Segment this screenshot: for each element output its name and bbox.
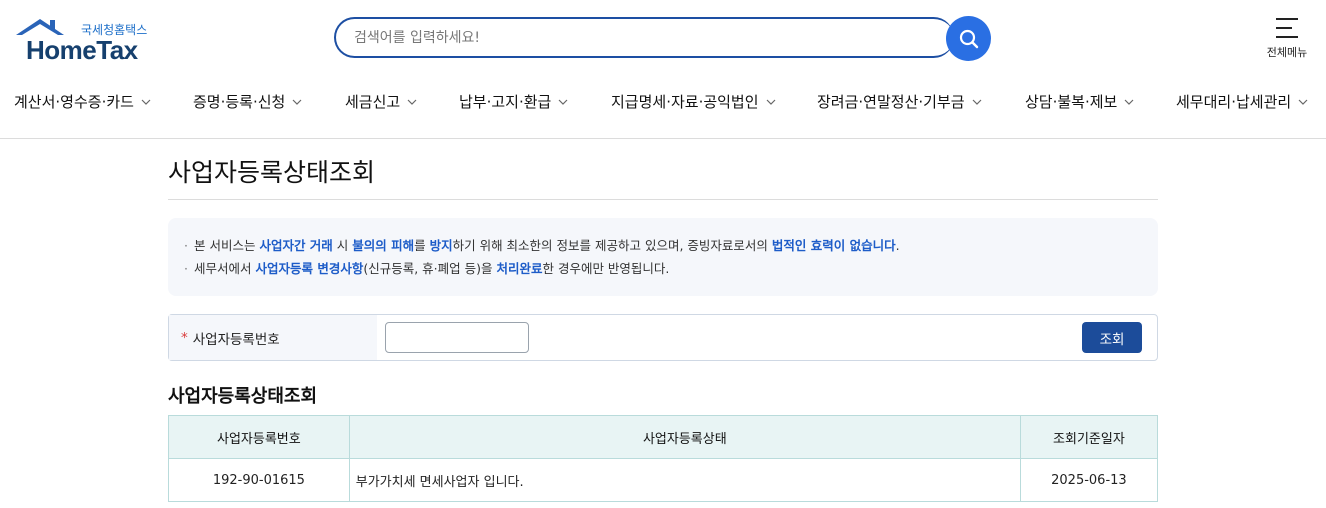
form-input-area: 조회	[377, 315, 1157, 360]
site-header: 국세청홈택스 HomeTax 전체메뉴	[0, 0, 1326, 78]
chevron-down-icon	[972, 99, 981, 105]
column-header-business-number: 사업자등록번호	[168, 415, 350, 459]
gnb-item-label: 납부·고지·환급	[459, 93, 552, 111]
notice-highlight: 처리완료	[496, 261, 543, 276]
gnb-item-tax-return[interactable]: 세금신고	[345, 91, 417, 112]
chevron-down-icon	[558, 99, 568, 105]
notice-highlight: 방지	[429, 238, 453, 253]
result-section-title: 사업자등록상태조회	[168, 386, 318, 407]
hometax-logo[interactable]: 국세청홈택스 HomeTax	[14, 17, 154, 65]
cell-status: 부가가치세 면세사업자 입니다.	[348, 458, 1021, 502]
notice-highlight: 불의의 피해	[352, 238, 415, 253]
gnb-item-payment-refund[interactable]: 납부·고지·환급	[459, 91, 568, 112]
business-number-form: * 사업자등록번호 조회	[168, 314, 1158, 361]
column-header-date: 조회기준일자	[1019, 415, 1159, 459]
notice-highlight: 사업자간 거래	[259, 238, 333, 253]
form-label-text: 사업자등록번호	[192, 331, 280, 348]
bullet-icon: ·	[184, 238, 188, 253]
notice-line: · 본 서비스는 사업자간 거래 시 불의의 피해를 방지하기 위해 최소한의 정…	[184, 234, 1158, 257]
gnb-item-payment-statement[interactable]: 지급명세·자료·공익법인	[611, 91, 776, 112]
gnb-item-label: 증명·등록·신청	[193, 93, 286, 111]
result-table: 사업자등록번호 사업자등록상태 조회기준일자 192-90-01615 부가가치…	[168, 415, 1159, 502]
search-icon	[959, 29, 978, 48]
gnb-item-label: 계산서·영수증·카드	[14, 93, 134, 111]
main-content: 사업자등록상태조회 · 본 서비스는 사업자간 거래 시 불의의 피해를 방지하기…	[168, 138, 1159, 502]
all-menu-label: 전체메뉴	[1266, 46, 1308, 59]
bullet-icon: ·	[184, 261, 188, 276]
chevron-down-icon	[141, 99, 151, 105]
gnb-item-label: 세금신고	[345, 93, 401, 111]
notice-text: 세무서에서	[193, 261, 256, 276]
all-menu-button[interactable]: 전체메뉴	[1262, 18, 1312, 60]
chevron-down-icon	[407, 99, 417, 105]
gnb-item-invoice-receipt-card[interactable]: 계산서·영수증·카드	[14, 91, 151, 112]
notice-line: · 세무서에서 사업자등록 변경사항(신규등록, 휴·폐업 등)을 처리완료한 경…	[184, 257, 1158, 280]
gnb-item-certificate-registration[interactable]: 증명·등록·신청	[193, 91, 302, 112]
notice-text: 한 경우에만 반영됩니다.	[542, 261, 670, 276]
chevron-down-icon	[292, 99, 302, 105]
search-button[interactable]	[946, 16, 991, 61]
notice-text: 시	[332, 238, 353, 253]
required-mark: *	[181, 329, 188, 346]
notice-text: 를	[414, 238, 430, 253]
search-input[interactable]	[334, 17, 954, 58]
notice-text: 하기 위해 최소한의 정보를 제공하고 있으며, 증빙자료로서의	[452, 238, 772, 253]
column-header-status: 사업자등록상태	[348, 415, 1021, 459]
cell-business-number: 192-90-01615	[168, 458, 350, 502]
notice-highlight: 법적인 효력이 없습니다	[771, 238, 896, 253]
gnb-item-label: 세무대리·납세관리	[1176, 93, 1292, 111]
page-title: 사업자등록상태조회	[168, 153, 1158, 200]
hamburger-icon	[1276, 18, 1298, 38]
gnb-item-consulting-appeal[interactable]: 상담·불복·제보	[1025, 91, 1134, 112]
notice-text: 본 서비스는	[193, 238, 260, 253]
query-button[interactable]: 조회	[1082, 322, 1142, 353]
notice-highlight: 사업자등록 변경사항	[255, 261, 364, 276]
chevron-down-icon	[1124, 99, 1134, 105]
notice-box: · 본 서비스는 사업자간 거래 시 불의의 피해를 방지하기 위해 최소한의 정…	[168, 218, 1158, 296]
gnb-item-tax-agent[interactable]: 세무대리·납세관리	[1176, 91, 1308, 112]
chevron-down-icon	[1298, 99, 1308, 105]
business-number-label: * 사업자등록번호	[169, 315, 377, 360]
cell-date: 2025-06-13	[1019, 458, 1159, 502]
business-number-input[interactable]	[385, 322, 529, 353]
gnb-item-incentive-settlement[interactable]: 장려금·연말정산·기부금	[817, 91, 982, 112]
gnb-item-label: 장려금·연말정산·기부금	[817, 93, 965, 111]
table-header-row: 사업자등록번호 사업자등록상태 조회기준일자	[168, 415, 1159, 459]
search-bar	[334, 16, 991, 62]
table-row: 192-90-01615 부가가치세 면세사업자 입니다. 2025-06-13	[168, 458, 1159, 502]
gnb-item-label: 지급명세·자료·공익법인	[611, 93, 759, 111]
gnb-item-label: 상담·불복·제보	[1025, 93, 1118, 111]
main-navigation: 계산서·영수증·카드 증명·등록·신청 세금신고 납부·고지·환급 지급명세·자…	[0, 78, 1326, 139]
notice-text: .	[895, 238, 900, 253]
chevron-down-icon	[766, 99, 775, 105]
notice-text: (신규등록, 휴·폐업 등)을	[363, 261, 497, 276]
logo-title: HomeTax	[26, 35, 138, 65]
